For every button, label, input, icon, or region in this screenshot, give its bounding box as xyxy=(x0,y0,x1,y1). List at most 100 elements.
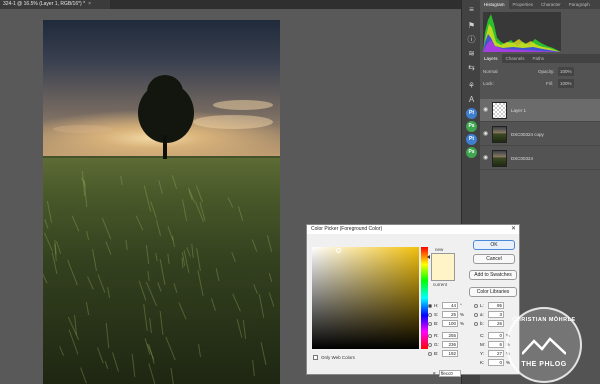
plugin-icon[interactable]: Ps xyxy=(466,121,477,132)
fill-label: Fill: xyxy=(546,81,553,86)
magenta-label: M: xyxy=(480,342,485,347)
watermark-bottom-text: THE PHLOG xyxy=(521,361,567,368)
brightness-unit: % xyxy=(460,321,465,326)
black-field[interactable]: 0 xyxy=(488,359,504,366)
red-field[interactable]: 255 xyxy=(442,332,458,339)
close-tab-icon[interactable]: × xyxy=(88,1,91,7)
lab-b-field[interactable]: 26 xyxy=(488,320,504,327)
layer-lock-row: Lock: Fill: 100% xyxy=(480,79,600,88)
lab-l-radio[interactable] xyxy=(474,304,478,308)
layers-panel-tabs: Layers Channels Paths xyxy=(480,54,600,63)
brush-icon[interactable]: ⚘ xyxy=(466,80,477,91)
layer-thumbnail xyxy=(492,102,507,119)
current-color-swatch xyxy=(432,267,454,280)
hue-radio[interactable] xyxy=(428,304,432,308)
adjustments-icon[interactable]: ≋ xyxy=(466,48,477,59)
green-field[interactable]: 236 xyxy=(442,341,458,348)
visibility-eye-icon[interactable]: ◉ xyxy=(483,107,490,114)
lab-a-radio[interactable] xyxy=(474,313,478,317)
cyan-field[interactable]: 0 xyxy=(488,332,504,339)
lab-b-label: b: xyxy=(480,321,484,326)
plugin-icon[interactable]: Pt xyxy=(466,108,477,119)
red-row: R: 255 xyxy=(428,332,473,340)
dialog-title-text: Color Picker (Foreground Color) xyxy=(311,226,383,232)
info-icon[interactable]: ⓘ xyxy=(466,34,477,45)
plugin-icon[interactable]: Pt xyxy=(466,134,477,145)
lab-l-row: L: 95 xyxy=(474,302,519,310)
layer-row[interactable]: ◉ DSC00324 copy xyxy=(480,123,600,146)
hex-row: # ffecc0 xyxy=(433,370,461,377)
brightness-label: B: xyxy=(434,321,439,326)
magenta-field[interactable]: 6 xyxy=(488,341,504,348)
blue-row: B: 192 xyxy=(428,350,473,358)
fill-field[interactable]: 100% xyxy=(558,79,574,88)
checkbox-box[interactable] xyxy=(313,355,318,361)
lab-a-field[interactable]: 3 xyxy=(488,311,504,318)
cloud xyxy=(53,125,113,133)
brightness-radio[interactable] xyxy=(428,322,432,326)
hex-field[interactable]: ffecc0 xyxy=(438,370,461,377)
tab-paragraph[interactable]: Paragraph xyxy=(565,0,594,9)
yellow-field[interactable]: 27 xyxy=(488,350,504,357)
close-icon[interactable]: ✕ xyxy=(511,225,516,234)
ok-button[interactable]: OK xyxy=(473,240,515,250)
tab-channels[interactable]: Channels xyxy=(502,54,529,63)
hue-field[interactable]: 44 xyxy=(442,302,458,309)
layer-name: Layer 1 xyxy=(511,108,527,113)
add-to-swatches-button[interactable]: Add to Swatches xyxy=(469,270,517,280)
green-radio[interactable] xyxy=(428,343,432,347)
layer-row[interactable]: ◉ DSC00324 xyxy=(480,147,600,170)
plugin-icon[interactable]: Ps xyxy=(466,147,477,158)
new-color-swatch xyxy=(432,254,454,267)
document-image[interactable] xyxy=(43,20,280,384)
document-tab-title: 324-1 @ 16.5% (Layer 1, RGB/16*) * xyxy=(3,1,86,7)
cloud xyxy=(213,100,273,110)
tab-character[interactable]: Character xyxy=(537,0,565,9)
only-web-colors-checkbox[interactable]: Only Web Colors xyxy=(313,354,355,361)
color-picker-dialog: Color Picker (Foreground Color) ✕ new cu… xyxy=(306,224,520,377)
saturation-row: S: 25 % xyxy=(428,311,473,319)
color-field[interactable] xyxy=(312,247,419,349)
color-field-marker[interactable] xyxy=(336,248,341,253)
tab-paths[interactable]: Paths xyxy=(529,54,549,63)
brightness-row: B: 100 % xyxy=(428,320,473,328)
blue-label: B: xyxy=(434,351,439,356)
cloud xyxy=(193,115,273,129)
character-icon[interactable]: A xyxy=(466,94,477,105)
cyan-label: C: xyxy=(480,333,485,338)
cancel-button[interactable]: Cancel xyxy=(473,254,515,264)
collapse-icon[interactable]: ≡ xyxy=(466,4,477,15)
hue-slider[interactable] xyxy=(421,247,428,349)
tab-histogram[interactable]: Histogram xyxy=(480,0,509,9)
hue-label: H: xyxy=(434,303,439,308)
lab-b-radio[interactable] xyxy=(474,322,478,326)
red-label: R: xyxy=(434,333,439,338)
visibility-eye-icon[interactable]: ◉ xyxy=(483,155,490,162)
black-label: K: xyxy=(480,360,485,365)
lab-l-field[interactable]: 95 xyxy=(488,302,504,309)
blue-field[interactable]: 192 xyxy=(442,350,458,357)
color-libraries-button[interactable]: Color Libraries xyxy=(469,287,517,297)
blue-radio[interactable] xyxy=(428,352,432,356)
hue-slider-arrow-icon[interactable] xyxy=(427,255,430,259)
history-icon[interactable]: ⚑ xyxy=(466,20,477,31)
brightness-field[interactable]: 100 xyxy=(442,320,458,327)
red-radio[interactable] xyxy=(428,334,432,338)
lock-label: Lock: xyxy=(483,81,494,86)
opacity-field[interactable]: 100% xyxy=(558,67,574,76)
blend-mode-select[interactable]: Normal xyxy=(483,69,498,74)
current-label: current xyxy=(433,282,448,287)
saturation-field[interactable]: 25 xyxy=(442,311,458,318)
only-web-colors-label: Only Web Colors xyxy=(321,355,355,360)
top-panel-tabs: Histogram Properties Character Paragraph xyxy=(480,0,600,9)
saturation-radio[interactable] xyxy=(428,313,432,317)
document-tab[interactable]: 324-1 @ 16.5% (Layer 1, RGB/16*) * × xyxy=(0,0,110,9)
layer-name: DSC00324 xyxy=(511,156,534,161)
tab-properties[interactable]: Properties xyxy=(509,0,538,9)
watermark-logo: CHRISTIAN MÖHRLE THE PHLOG xyxy=(506,307,582,383)
swap-icon[interactable]: ⇆ xyxy=(466,62,477,73)
layer-row[interactable]: ◉ Layer 1 xyxy=(480,99,600,122)
visibility-eye-icon[interactable]: ◉ xyxy=(483,131,490,138)
saturation-unit: % xyxy=(460,312,465,317)
tab-layers[interactable]: Layers xyxy=(480,54,502,63)
